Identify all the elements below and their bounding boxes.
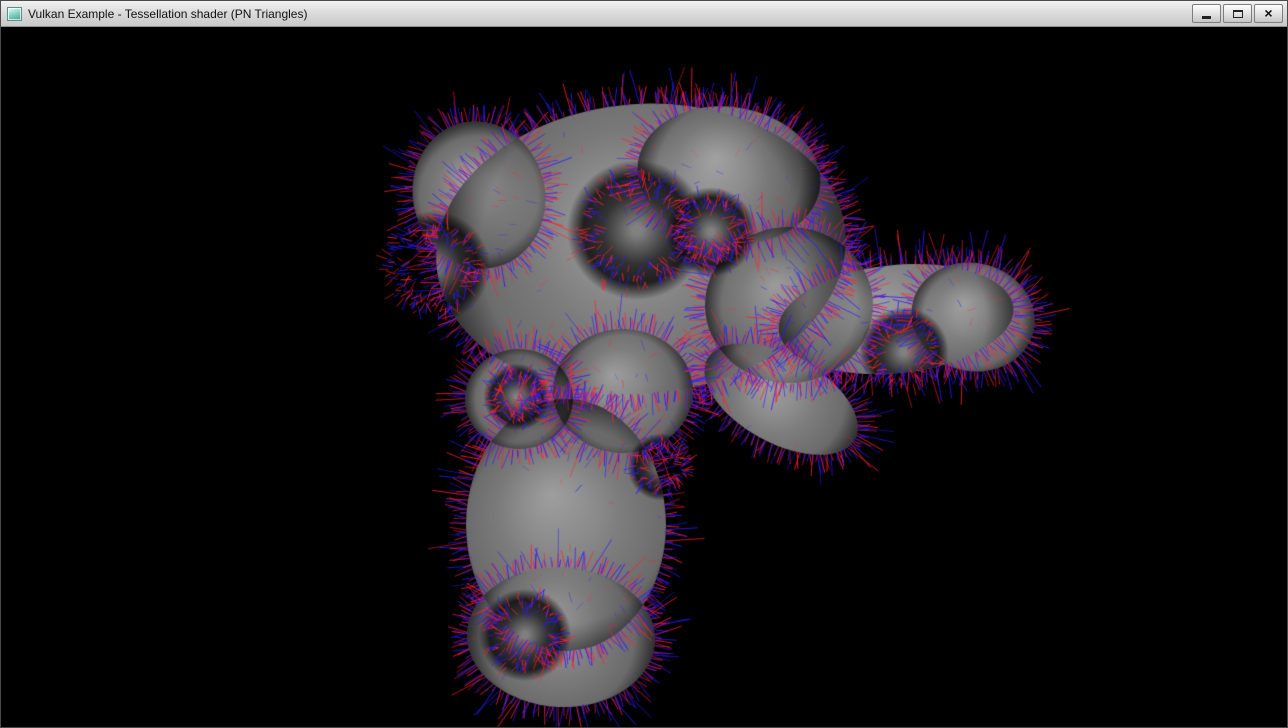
title-bar[interactable]: Vulkan Example - Tessellation shader (PN… bbox=[1, 1, 1287, 27]
maximize-button[interactable] bbox=[1223, 4, 1252, 23]
close-button[interactable]: × bbox=[1254, 4, 1283, 23]
vulkan-render-canvas[interactable] bbox=[1, 27, 1287, 727]
maximize-icon bbox=[1233, 10, 1243, 18]
render-viewport bbox=[1, 27, 1287, 727]
window-controls: × bbox=[1192, 4, 1283, 23]
minimize-button[interactable] bbox=[1192, 4, 1221, 23]
app-window: Vulkan Example - Tessellation shader (PN… bbox=[0, 0, 1288, 728]
close-icon: × bbox=[1264, 6, 1272, 20]
minimize-icon bbox=[1202, 16, 1211, 19]
app-icon bbox=[7, 7, 22, 21]
window-title: Vulkan Example - Tessellation shader (PN… bbox=[28, 1, 1184, 27]
